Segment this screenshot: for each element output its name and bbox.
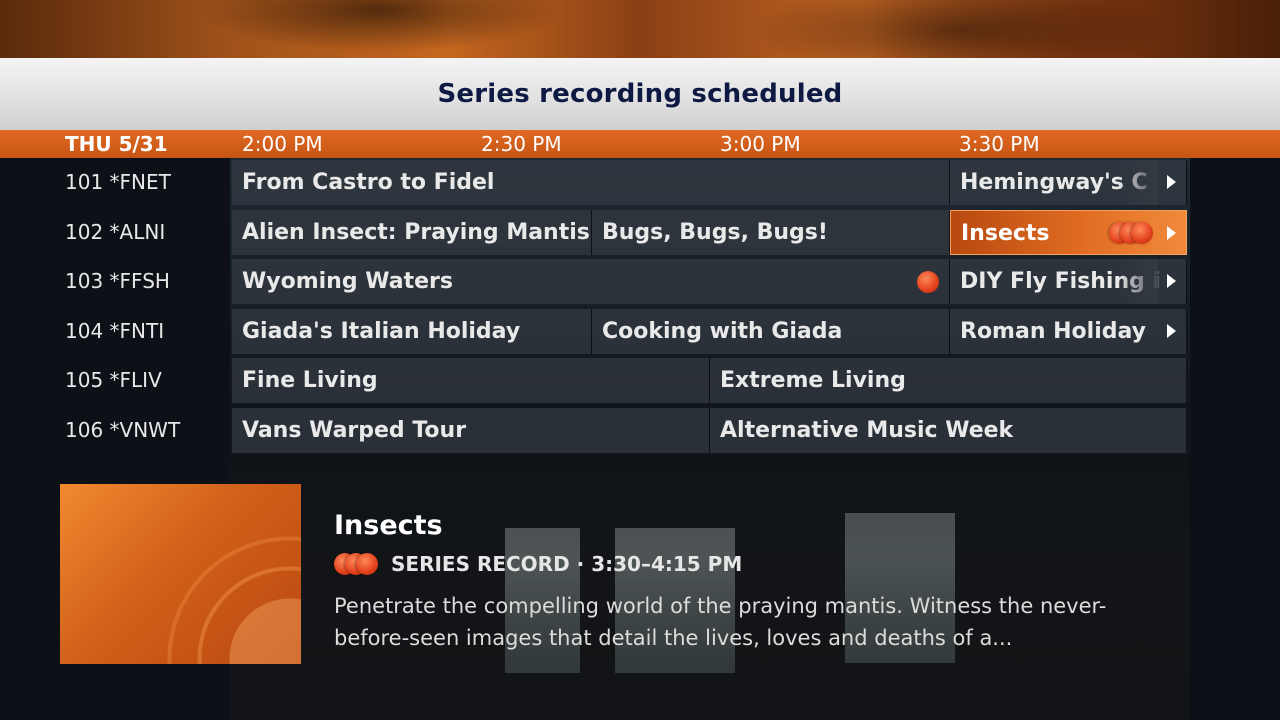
channel-row: 101 *FNET From Castro to Fidel Hemingway… [0, 158, 1190, 206]
program-title: Alternative Music Week [720, 418, 1014, 443]
program-cell[interactable]: DIY Fly Fishing i [950, 259, 1187, 304]
program-cell[interactable]: Alien Insect: Praying Mantis [232, 210, 592, 255]
time-header: THU 5/31 2:00 PM 2:30 PM 3:00 PM 3:30 PM [0, 130, 1280, 158]
program-cell[interactable]: Giada's Italian Holiday [232, 309, 592, 354]
program-cell[interactable]: Fine Living [232, 358, 710, 403]
program-cell[interactable]: Roman Holiday [950, 309, 1187, 354]
channel-row: 105 *FLIV Fine Living Extreme Living [0, 356, 1190, 404]
time-slot: 3:00 PM [720, 132, 801, 156]
header-backdrop [0, 0, 1280, 58]
channel-label[interactable]: 103 *FFSH [65, 257, 170, 305]
banner-message: Series recording scheduled [437, 79, 843, 109]
channel-row: 106 *VNWT Vans Warped Tour Alternative M… [0, 406, 1190, 454]
program-title: Roman Holiday [960, 319, 1147, 344]
chevron-right-icon [1167, 324, 1176, 338]
time-slot: 3:30 PM [959, 132, 1040, 156]
program-title: Wyoming Waters [242, 269, 453, 294]
channel-label[interactable]: 106 *VNWT [65, 406, 180, 454]
time-slot: 2:00 PM [242, 132, 323, 156]
program-title: Alien Insect: Praying Mantis [242, 220, 590, 245]
guide-date: THU 5/31 [65, 132, 168, 156]
detail-title: Insects [334, 510, 443, 541]
program-cell[interactable]: Bugs, Bugs, Bugs! [592, 210, 950, 255]
program-title: From Castro to Fidel [242, 170, 495, 195]
program-title: Insects [961, 221, 1050, 246]
channel-row: 104 *FNTI Giada's Italian Holiday Cookin… [0, 307, 1190, 355]
program-title: Extreme Living [720, 368, 906, 393]
series-record-icon [1109, 222, 1159, 244]
program-cell[interactable]: Alternative Music Week [710, 408, 1187, 453]
program-cell[interactable]: Wyoming Waters [232, 259, 950, 304]
channel-row: 103 *FFSH Wyoming Waters DIY Fly Fishing… [0, 257, 1190, 305]
program-cell[interactable]: Cooking with Giada [592, 309, 950, 354]
program-title: Giada's Italian Holiday [242, 319, 521, 344]
chevron-right-icon [1167, 175, 1176, 189]
program-title: Fine Living [242, 368, 378, 393]
program-cell[interactable]: Extreme Living [710, 358, 1187, 403]
channel-label[interactable]: 105 *FLIV [65, 356, 162, 404]
channel-label[interactable]: 104 *FNTI [65, 307, 164, 355]
channel-label[interactable]: 101 *FNET [65, 158, 171, 206]
chevron-right-icon [1167, 274, 1176, 288]
series-record-icon [334, 553, 384, 575]
program-title: Vans Warped Tour [242, 418, 467, 443]
detail-schedule: SERIES RECORD · 3:30–4:15 PM [391, 552, 743, 576]
record-dot-icon [917, 271, 939, 293]
chevron-right-icon [1167, 226, 1176, 240]
program-thumbnail [60, 484, 301, 664]
program-cell-selected[interactable]: Insects [950, 210, 1187, 255]
program-cell[interactable]: From Castro to Fidel [232, 160, 950, 205]
channel-label[interactable]: 102 *ALNI [65, 208, 165, 256]
channel-row: 102 *ALNI Alien Insect: Praying Mantis B… [0, 208, 1190, 256]
detail-description: Penetrate the compelling world of the pr… [334, 594, 1107, 650]
program-title: Cooking with Giada [602, 319, 843, 344]
program-cell[interactable]: Vans Warped Tour [232, 408, 710, 453]
notification-banner: Series recording scheduled [0, 58, 1280, 130]
program-cell[interactable]: Hemingway's C [950, 160, 1187, 205]
program-title: Bugs, Bugs, Bugs! [602, 220, 828, 245]
time-slot: 2:30 PM [481, 132, 562, 156]
